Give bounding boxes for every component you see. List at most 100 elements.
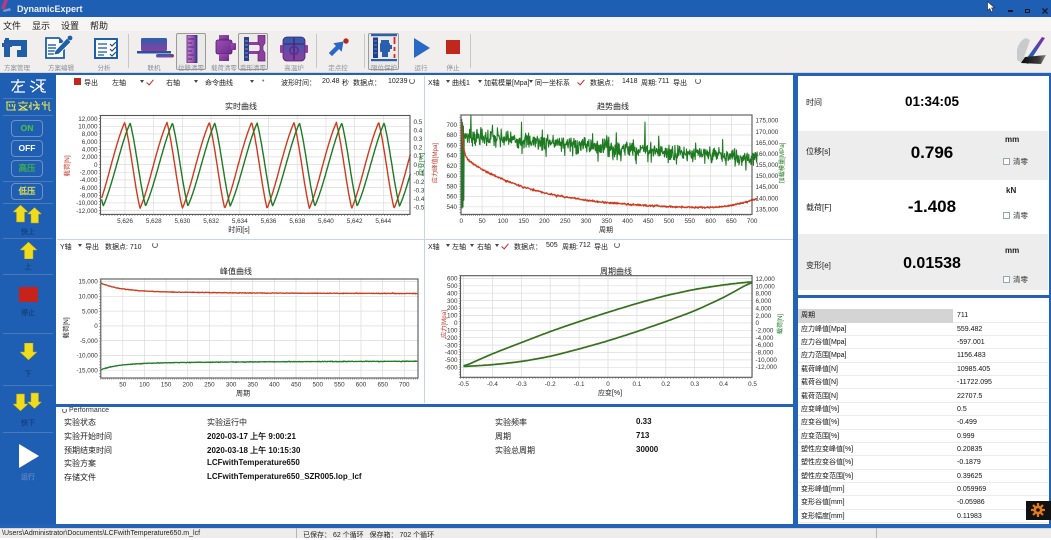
svg-text:150: 150 (518, 218, 529, 225)
svg-text:5,640: 5,640 (318, 218, 334, 225)
svg-text:400: 400 (269, 382, 280, 389)
svg-text:-10,000: -10,000 (76, 200, 98, 207)
svg-text:5,630: 5,630 (175, 218, 191, 225)
svg-text:-0.5: -0.5 (414, 205, 425, 212)
svg-text:-10,000: -10,000 (756, 357, 778, 364)
svg-text:550: 550 (334, 382, 345, 389)
svg-text:-12,000: -12,000 (756, 364, 778, 371)
svg-text:5,634: 5,634 (232, 218, 248, 225)
svg-text:155,000: 155,000 (756, 162, 779, 169)
svg-text:应变[%]: 应变[%] (598, 388, 622, 397)
svg-text:640: 640 (446, 153, 457, 160)
svg-text:650: 650 (377, 382, 388, 389)
svg-text:5,642: 5,642 (347, 218, 363, 225)
svg-text:165,000: 165,000 (756, 140, 779, 147)
svg-text:560: 560 (446, 194, 457, 201)
svg-text:600: 600 (705, 218, 716, 225)
svg-text:应力[Mpa]: 应力[Mpa] (440, 310, 448, 338)
svg-text:实时曲线: 实时曲线 (225, 101, 257, 111)
svg-text:载荷[N]: 载荷[N] (776, 314, 784, 335)
svg-text:200: 200 (182, 382, 193, 389)
svg-text:5,632: 5,632 (203, 218, 219, 225)
svg-text:加载模量[MPa]: 加载模量[MPa] (778, 142, 786, 183)
svg-text:5,000: 5,000 (82, 308, 98, 315)
svg-text:-5,000: -5,000 (80, 338, 98, 345)
svg-text:15,000: 15,000 (79, 279, 99, 286)
svg-text:150,000: 150,000 (756, 173, 779, 180)
svg-text:700: 700 (399, 382, 410, 389)
svg-text:5,626: 5,626 (117, 218, 133, 225)
svg-text:350: 350 (247, 382, 258, 389)
svg-text:5,638: 5,638 (289, 218, 305, 225)
svg-text:580: 580 (446, 184, 457, 191)
svg-text:12,000: 12,000 (78, 116, 98, 123)
svg-text:450: 450 (291, 382, 302, 389)
svg-text:-0.2: -0.2 (414, 179, 425, 186)
svg-text:5,628: 5,628 (146, 218, 162, 225)
svg-text:10,000: 10,000 (79, 294, 99, 301)
svg-text:-0.3: -0.3 (516, 381, 527, 388)
svg-text:-0.4: -0.4 (487, 381, 498, 388)
svg-text:5,636: 5,636 (261, 218, 277, 225)
svg-text:200: 200 (539, 218, 550, 225)
svg-text:-10,000: -10,000 (76, 353, 98, 360)
svg-text:-6,000: -6,000 (80, 185, 98, 192)
svg-text:-4,000: -4,000 (756, 335, 774, 342)
svg-text:-2,000: -2,000 (80, 170, 98, 177)
svg-text:0.5: 0.5 (748, 381, 757, 388)
svg-text:0.3: 0.3 (414, 136, 423, 143)
svg-text:0.2: 0.2 (661, 381, 670, 388)
svg-text:2,000: 2,000 (82, 154, 98, 161)
svg-text:135,000: 135,000 (756, 206, 779, 213)
svg-text:趋势曲线: 趋势曲线 (597, 101, 629, 111)
svg-text:0: 0 (756, 320, 760, 327)
svg-text:2,000: 2,000 (756, 313, 772, 320)
svg-text:540: 540 (446, 204, 457, 211)
svg-text:500: 500 (664, 218, 675, 225)
svg-text:0.4: 0.4 (719, 381, 728, 388)
svg-text:4,000: 4,000 (82, 147, 98, 154)
svg-text:周期: 周期 (599, 226, 613, 234)
svg-text:-8,000: -8,000 (756, 350, 774, 357)
svg-text:300: 300 (581, 218, 592, 225)
svg-text:400: 400 (447, 290, 458, 297)
svg-text:550: 550 (685, 218, 696, 225)
svg-text:0: 0 (460, 218, 464, 225)
svg-text:-6,000: -6,000 (756, 342, 774, 349)
svg-text:140,000: 140,000 (756, 195, 779, 202)
svg-text:8,000: 8,000 (756, 291, 772, 298)
svg-text:50: 50 (479, 218, 487, 225)
svg-text:载荷[N]: 载荷[N] (62, 155, 71, 177)
svg-text:680: 680 (446, 132, 457, 139)
svg-text:500: 500 (447, 283, 458, 290)
svg-text:160,000: 160,000 (756, 151, 779, 158)
svg-text:-8,000: -8,000 (80, 193, 98, 200)
svg-text:-2,000: -2,000 (756, 328, 774, 335)
svg-text:10,000: 10,000 (78, 124, 98, 131)
svg-text:-0.4: -0.4 (414, 196, 425, 203)
svg-text:载荷[N]: 载荷[N] (61, 317, 70, 339)
svg-text:12,000: 12,000 (756, 276, 776, 283)
svg-text:周期: 周期 (236, 390, 250, 398)
svg-text:周期曲线: 周期曲线 (600, 266, 632, 276)
svg-text:300: 300 (447, 298, 458, 305)
svg-text:0.1: 0.1 (633, 381, 642, 388)
svg-text:150: 150 (161, 382, 172, 389)
svg-text:0.3: 0.3 (690, 381, 699, 388)
svg-text:200: 200 (447, 305, 458, 312)
svg-text:应变[%]: 应变[%] (417, 153, 426, 176)
svg-text:50: 50 (119, 382, 127, 389)
svg-text:0: 0 (606, 381, 610, 388)
svg-text:-500: -500 (445, 357, 458, 364)
svg-text:620: 620 (446, 163, 457, 170)
svg-text:-15,000: -15,000 (76, 367, 98, 374)
svg-text:6,000: 6,000 (756, 298, 772, 305)
svg-text:145,000: 145,000 (756, 184, 779, 191)
svg-text:5,644: 5,644 (375, 218, 391, 225)
svg-text:-4,000: -4,000 (80, 177, 98, 184)
svg-text:300: 300 (226, 382, 237, 389)
svg-text:400: 400 (622, 218, 633, 225)
svg-text:-0.1: -0.1 (574, 381, 585, 388)
svg-text:600: 600 (446, 173, 457, 180)
svg-text:175,000: 175,000 (756, 118, 779, 125)
